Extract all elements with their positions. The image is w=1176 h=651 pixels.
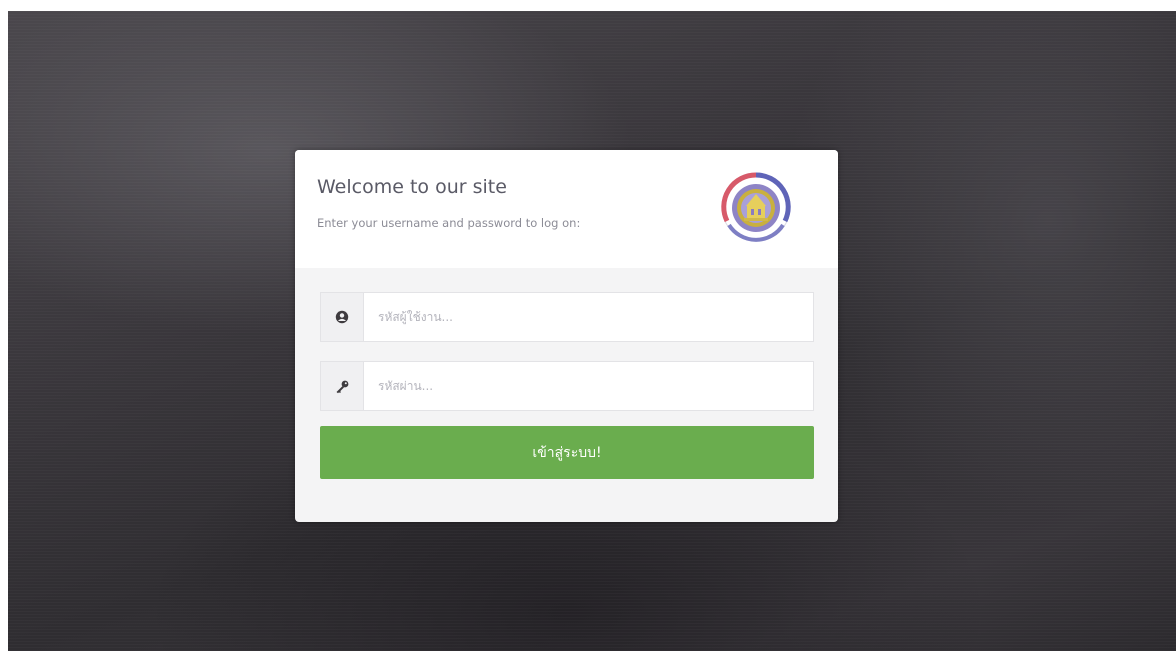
login-card: Welcome to our site Enter your username …: [295, 150, 838, 522]
username-input[interactable]: [364, 293, 813, 341]
login-page: Welcome to our site Enter your username …: [0, 0, 1176, 651]
login-instructions: Enter your username and password to log …: [317, 216, 581, 230]
password-field-group: [320, 361, 814, 411]
username-field-group: [320, 292, 814, 342]
user-circle-icon: [321, 293, 364, 341]
login-button[interactable]: เข้าสู่ระบบ!: [320, 426, 814, 479]
password-input[interactable]: [364, 362, 813, 410]
login-card-header: Welcome to our site Enter your username …: [295, 150, 838, 268]
page-title: Welcome to our site: [317, 176, 507, 198]
key-icon: [321, 362, 364, 410]
organization-logo-icon: [721, 172, 791, 242]
